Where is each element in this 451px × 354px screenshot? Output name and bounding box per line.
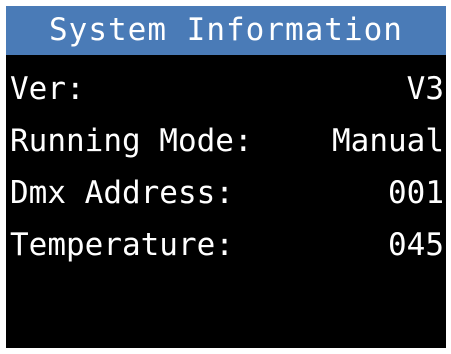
running-mode-label: Running Mode:: [10, 123, 253, 159]
running-mode-value: Manual: [332, 123, 444, 159]
version-label: Ver:: [10, 71, 85, 107]
info-row-dmx-address: Dmx Address: 001: [6, 167, 446, 219]
temperature-label: Temperature:: [10, 227, 234, 263]
info-row-running-mode: Running Mode: Manual: [6, 115, 446, 167]
info-row-version: Ver: V3: [6, 63, 446, 115]
temperature-value: 045: [388, 227, 444, 263]
version-value: V3: [406, 71, 444, 107]
screen-title: System Information: [6, 6, 446, 55]
info-list: Ver: V3 Running Mode: Manual Dmx Address…: [6, 63, 446, 271]
info-row-temperature: Temperature: 045: [6, 219, 446, 271]
dmx-address-value: 001: [388, 175, 444, 211]
dmx-address-label: Dmx Address:: [10, 175, 234, 211]
display-screen: System Information Ver: V3 Running Mode:…: [6, 6, 446, 348]
